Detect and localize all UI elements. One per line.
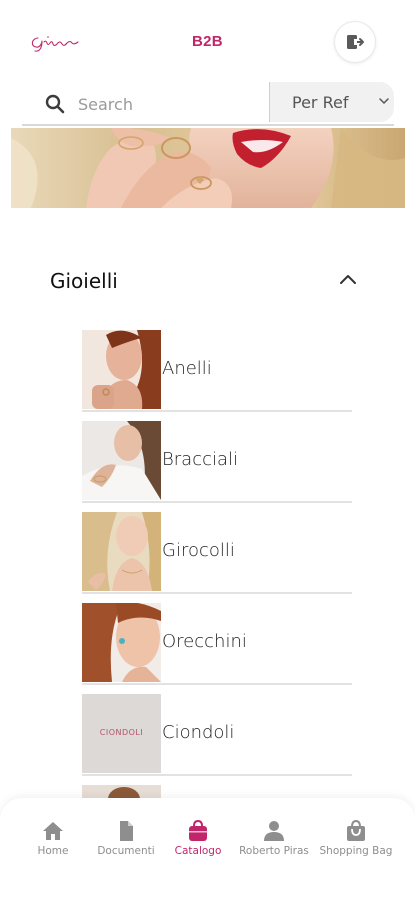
- chevron-down-icon: [379, 98, 389, 105]
- section-gioielli-header[interactable]: Gioielli: [50, 262, 370, 298]
- tab-user-profile[interactable]: Roberto Piras: [232, 820, 316, 864]
- list-item-bracciali[interactable]: Bracciali: [82, 421, 352, 503]
- app-header: B2B: [0, 0, 415, 80]
- category-thumbnail: CIONDOLI: [82, 694, 161, 773]
- section-title: Gioielli: [50, 269, 118, 293]
- document-icon: [120, 821, 133, 841]
- category-label: Orecchini: [162, 631, 247, 652]
- logout-button[interactable]: [334, 21, 376, 63]
- category-label: Ciondoli: [162, 722, 235, 743]
- category-label: Anelli: [162, 358, 212, 379]
- search-filter-select[interactable]: Per Ref: [269, 82, 394, 122]
- hero-banner-image[interactable]: [11, 128, 405, 208]
- list-item-ciondoli[interactable]: CIONDOLI Ciondoli: [82, 694, 352, 776]
- search-input[interactable]: [78, 90, 263, 118]
- category-list: Anelli Bracciali Girocolli Orecchini CIO…: [82, 330, 352, 800]
- category-thumbnail: [82, 512, 161, 591]
- chevron-up-icon: [340, 275, 356, 284]
- shopping-bag-icon: [347, 820, 365, 841]
- search-filter-value: Per Ref: [292, 93, 349, 112]
- search-bar: Per Ref: [22, 82, 394, 126]
- tab-label: Roberto Piras: [239, 845, 309, 857]
- search-icon: [45, 94, 65, 114]
- tab-label: Catalogo: [174, 845, 222, 857]
- tab-label: Home: [37, 845, 69, 857]
- user-icon: [264, 821, 284, 841]
- category-thumbnail: [82, 603, 161, 682]
- category-thumbnail: [82, 330, 161, 409]
- logout-icon: [347, 35, 364, 49]
- category-label: Girocolli: [162, 540, 235, 561]
- list-item-orecchini[interactable]: Orecchini: [82, 603, 352, 685]
- category-thumbnail: [82, 421, 161, 500]
- home-icon: [43, 822, 63, 840]
- category-label: Bracciali: [162, 449, 239, 470]
- thumbnail-text: CIONDOLI: [99, 728, 144, 737]
- tab-label: Shopping Bag: [319, 845, 393, 857]
- bag-icon: [189, 820, 207, 841]
- tab-shopping-bag[interactable]: Shopping Bag: [314, 820, 398, 864]
- list-item-anelli[interactable]: Anelli: [82, 330, 352, 412]
- list-item-girocolli[interactable]: Girocolli: [82, 512, 352, 594]
- tab-catalogo[interactable]: Catalogo: [156, 820, 240, 864]
- tab-home[interactable]: Home: [11, 820, 95, 864]
- bottom-tab-bar: Home Documenti Catalogo Roberto Piras Sh…: [0, 798, 415, 900]
